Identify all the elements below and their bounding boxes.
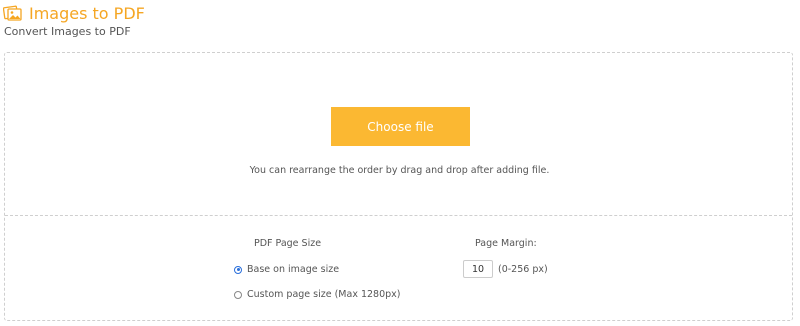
- images-icon: [2, 4, 23, 22]
- page-size-label: PDF Page Size: [254, 238, 322, 249]
- radio-label: Base on image size: [247, 264, 340, 275]
- radio-label: Custom page size (Max 1280px): [247, 289, 401, 300]
- page-subtitle: Convert Images to PDF: [4, 25, 131, 38]
- radio-base-on-image-size[interactable]: Base on image size: [234, 264, 339, 275]
- page-header: Images to PDF: [2, 2, 145, 24]
- radio-button-selected[interactable]: [234, 265, 242, 274]
- radio-button[interactable]: [234, 290, 242, 299]
- upload-hint: You can rearrange the order by drag and …: [249, 165, 550, 176]
- page-title: Images to PDF: [29, 3, 145, 23]
- panel-divider: [5, 215, 792, 216]
- page-margin-range: (0-256 px): [498, 264, 548, 275]
- images-to-pdf-tool: Images to PDF Convert Images to PDF Choo…: [0, 0, 800, 326]
- radio-custom-page-size[interactable]: Custom page size (Max 1280px): [234, 289, 401, 300]
- page-margin-input[interactable]: [463, 260, 493, 278]
- choose-file-button[interactable]: Choose file: [331, 107, 470, 146]
- page-margin-label: Page Margin:: [475, 238, 537, 249]
- upload-panel[interactable]: Choose file You can rearrange the order …: [4, 52, 793, 321]
